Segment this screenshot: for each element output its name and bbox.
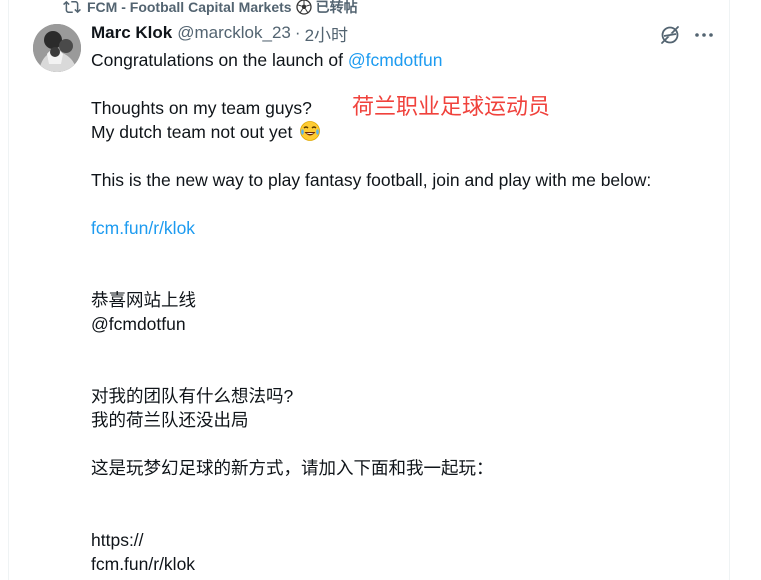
- soccer-ball-icon: [295, 0, 312, 15]
- tweet-body: Congratulations on the launch of @fcmdot…: [91, 48, 711, 576]
- author-name[interactable]: Marc Klok: [91, 23, 172, 43]
- author-handle[interactable]: @marcklok_23: [177, 23, 291, 43]
- repost-account-name: FCM - Football Capital Markets: [87, 0, 292, 15]
- translation-annotation: 荷兰职业足球运动员: [352, 95, 551, 120]
- congrats-text: Congratulations on the launch of: [91, 50, 348, 70]
- referral-link[interactable]: fcm.fun/r/klok: [91, 216, 711, 240]
- grok-icon[interactable]: [659, 24, 681, 46]
- zh-link-line: fcm.fun/r/klok: [91, 554, 196, 574]
- zh-new-way-line: 这是玩梦幻足球的新方式，请加入下面和我一起玩：: [91, 458, 494, 478]
- dutch-text: My dutch team not out yet: [91, 122, 293, 142]
- repost-label: 已转帖: [315, 0, 358, 15]
- tweet-screen: FCM - Football Capital Markets 已转帖 Marc …: [0, 0, 761, 580]
- tweet-card[interactable]: FCM - Football Capital Markets 已转帖 Marc …: [8, 0, 730, 580]
- repost-context[interactable]: FCM - Football Capital Markets 已转帖: [63, 0, 358, 17]
- zh-thoughts-line: 对我的团队有什么想法吗?: [91, 386, 294, 406]
- repost-icon: [63, 0, 81, 16]
- timestamp[interactable]: 2小时: [305, 21, 348, 46]
- separator-dot: ·: [294, 23, 301, 42]
- zh-dutch-line: 我的荷兰队还没出局: [91, 410, 249, 430]
- avatar[interactable]: [33, 24, 81, 72]
- dutch-line: My dutch team not out yet: [91, 120, 711, 144]
- tweet-header: Marc Klok @marcklok_23 · 2小时: [91, 21, 348, 46]
- new-way-line: This is the new way to play fantasy foot…: [91, 170, 652, 190]
- congrats-line: Congratulations on the launch of @fcmdot…: [91, 48, 711, 72]
- more-options-icon[interactable]: [693, 24, 715, 46]
- zh-https-line: https://: [91, 530, 144, 550]
- mention-link[interactable]: @fcmdotfun: [348, 50, 443, 70]
- zh-congrats-line: 恭喜网站上线: [91, 290, 196, 310]
- tears-of-joy-emoji-icon: [299, 120, 321, 142]
- zh-mention-line: @fcmdotfun: [91, 314, 186, 334]
